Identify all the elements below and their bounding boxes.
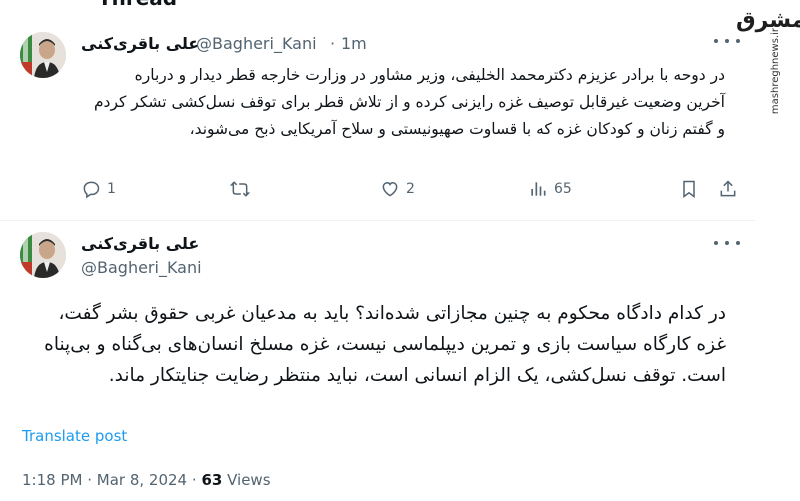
- repost-icon: [230, 181, 250, 197]
- post-time[interactable]: 1m: [341, 34, 367, 53]
- time-separator: ·: [330, 34, 336, 53]
- views-label: Views: [227, 471, 271, 489]
- watermark-logo: مشرق: [736, 8, 800, 33]
- bookmark-icon: [683, 180, 695, 198]
- meta-separator: ·: [191, 471, 202, 489]
- reply-icon: [83, 181, 100, 199]
- thread-header-partial: Thread: [98, 0, 177, 10]
- views-count: 63: [201, 471, 223, 489]
- analytics-icon: [531, 182, 546, 196]
- share-icon: [720, 180, 736, 197]
- post-time[interactable]: 1:18 PM: [22, 471, 82, 489]
- reply-button[interactable]: 1: [81, 177, 116, 201]
- post-text: در کدام دادگاه محکوم به چنین مجازاتی شده…: [44, 303, 726, 386]
- repost-button[interactable]: [230, 177, 256, 201]
- more-options-icon[interactable]: [714, 34, 740, 48]
- views-button[interactable]: 65: [528, 177, 572, 201]
- more-options-icon[interactable]: [714, 236, 740, 250]
- author-handle[interactable]: @Bagheri_Kani: [196, 34, 317, 53]
- reply-count: 1: [107, 181, 116, 197]
- translate-post-link[interactable]: Translate post: [22, 427, 127, 445]
- post-meta: 1:18 PM · Mar 8, 2024 · 63 Views: [22, 471, 271, 489]
- watermark: مشرق mashreghnews.ir: [734, 8, 800, 128]
- post-text: در دوحه با برادر عزیزم دکترمحمد الخلیفی،…: [93, 66, 725, 138]
- author-name[interactable]: علی باقری‌کنی: [81, 234, 199, 253]
- author-name[interactable]: علی باقری‌کنی: [81, 34, 199, 53]
- author-handle[interactable]: @Bagheri_Kani: [81, 258, 202, 277]
- views-count: 65: [554, 181, 572, 197]
- watermark-url: mashreghnews.ir: [770, 28, 781, 115]
- avatar[interactable]: [20, 32, 66, 78]
- meta-separator: ·: [87, 471, 97, 489]
- like-button[interactable]: 2: [380, 177, 415, 201]
- share-button[interactable]: [718, 177, 738, 201]
- heart-icon: [382, 181, 398, 197]
- avatar[interactable]: [20, 232, 66, 278]
- divider: [0, 220, 755, 221]
- like-count: 2: [406, 181, 415, 197]
- bookmark-button[interactable]: [679, 177, 699, 201]
- post-date[interactable]: Mar 8, 2024: [97, 471, 187, 489]
